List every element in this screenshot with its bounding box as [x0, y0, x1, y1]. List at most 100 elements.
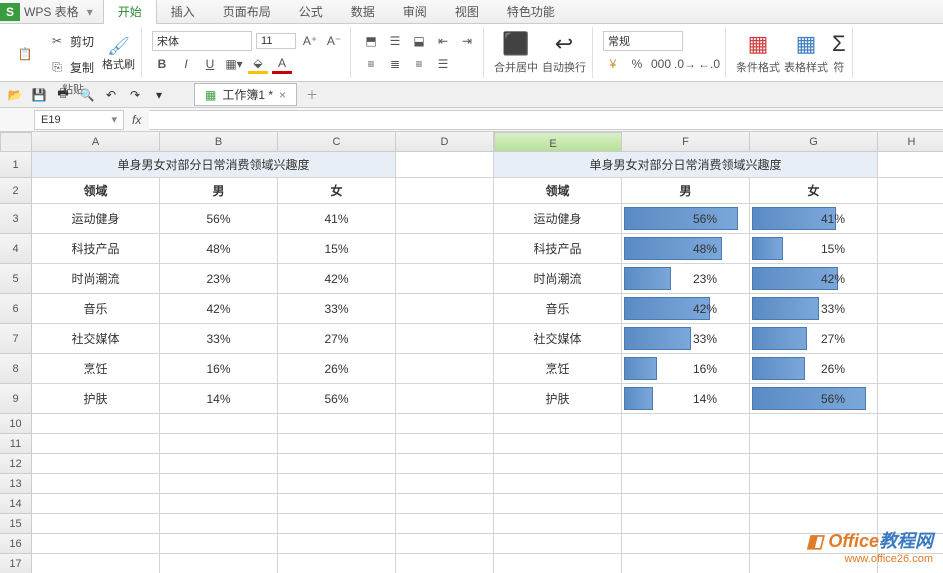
- cell[interactable]: 领域: [32, 178, 160, 204]
- italic-button[interactable]: I: [176, 54, 196, 74]
- cell[interactable]: [160, 534, 278, 554]
- ribbon-tab-2[interactable]: 页面布局: [209, 0, 285, 24]
- ribbon-tab-7[interactable]: 特色功能: [493, 0, 569, 24]
- bold-button[interactable]: B: [152, 54, 172, 74]
- cell[interactable]: [878, 474, 943, 494]
- cell[interactable]: 23%: [160, 264, 278, 294]
- cell[interactable]: [278, 554, 396, 573]
- row-header[interactable]: 3: [0, 204, 32, 234]
- column-header[interactable]: G: [750, 132, 878, 152]
- cell[interactable]: 56%: [278, 384, 396, 414]
- ribbon-tab-6[interactable]: 视图: [441, 0, 493, 24]
- cell[interactable]: [750, 434, 878, 454]
- symbol-icon[interactable]: Σ: [832, 31, 846, 57]
- cell[interactable]: 27%: [278, 324, 396, 354]
- cell[interactable]: [32, 454, 160, 474]
- cell[interactable]: 领域: [494, 178, 622, 204]
- format-painter-icon[interactable]: 🖌: [109, 36, 129, 56]
- cell[interactable]: 48%: [160, 234, 278, 264]
- table-style-icon[interactable]: ▦: [784, 31, 828, 57]
- cell[interactable]: [396, 354, 494, 384]
- increase-font-icon[interactable]: A⁺: [300, 31, 320, 51]
- cell[interactable]: [622, 454, 750, 474]
- cell[interactable]: [396, 204, 494, 234]
- cell[interactable]: [278, 534, 396, 554]
- cell[interactable]: 音乐: [494, 294, 622, 324]
- copy-button[interactable]: ⎘复制: [43, 55, 98, 79]
- cell[interactable]: [278, 414, 396, 434]
- cell[interactable]: [396, 474, 494, 494]
- cell[interactable]: [622, 534, 750, 554]
- cell[interactable]: 音乐: [32, 294, 160, 324]
- font-family-select[interactable]: 宋体: [152, 31, 252, 51]
- cell[interactable]: 56%: [622, 204, 750, 234]
- cell[interactable]: [160, 554, 278, 573]
- row-header[interactable]: 17: [0, 554, 32, 573]
- cell[interactable]: 41%: [750, 204, 878, 234]
- cell[interactable]: 单身男女对部分日常消费领域兴趣度: [32, 152, 396, 178]
- cell[interactable]: [396, 384, 494, 414]
- cell[interactable]: [32, 514, 160, 534]
- cell[interactable]: [32, 494, 160, 514]
- align-right-icon[interactable]: ≡: [409, 54, 429, 74]
- column-header[interactable]: H: [878, 132, 943, 152]
- row-header[interactable]: 15: [0, 514, 32, 534]
- underline-button[interactable]: U: [200, 54, 220, 74]
- cell[interactable]: [878, 178, 943, 204]
- cell[interactable]: [622, 474, 750, 494]
- row-header[interactable]: 5: [0, 264, 32, 294]
- cell[interactable]: 33%: [160, 324, 278, 354]
- row-header[interactable]: 6: [0, 294, 32, 324]
- cell[interactable]: 男: [160, 178, 278, 204]
- ribbon-tab-4[interactable]: 数据: [337, 0, 389, 24]
- cell[interactable]: 16%: [160, 354, 278, 384]
- column-header[interactable]: C: [278, 132, 396, 152]
- align-center-icon[interactable]: ≣: [385, 54, 405, 74]
- cell[interactable]: 23%: [622, 264, 750, 294]
- app-menu-dropdown[interactable]: ▾: [87, 5, 93, 19]
- row-header[interactable]: 11: [0, 434, 32, 454]
- cell[interactable]: 男: [622, 178, 750, 204]
- cell[interactable]: [396, 534, 494, 554]
- row-header[interactable]: 8: [0, 354, 32, 384]
- cell[interactable]: [494, 514, 622, 534]
- cell[interactable]: [32, 534, 160, 554]
- cell[interactable]: [622, 494, 750, 514]
- font-color-button[interactable]: A: [272, 54, 292, 74]
- formula-input[interactable]: [149, 110, 943, 130]
- cell[interactable]: [622, 414, 750, 434]
- cell[interactable]: [396, 414, 494, 434]
- cell[interactable]: 14%: [160, 384, 278, 414]
- conditional-format-icon[interactable]: ▦: [736, 31, 780, 57]
- increase-decimal-icon[interactable]: .0→: [675, 54, 695, 74]
- comma-icon[interactable]: 000: [651, 54, 671, 74]
- row-header[interactable]: 7: [0, 324, 32, 354]
- cell[interactable]: 14%: [622, 384, 750, 414]
- cell[interactable]: [750, 494, 878, 514]
- fill-color-button[interactable]: ⬙: [248, 54, 268, 74]
- cell[interactable]: 27%: [750, 324, 878, 354]
- cell[interactable]: 41%: [278, 204, 396, 234]
- cell[interactable]: [160, 494, 278, 514]
- open-icon[interactable]: 📂: [6, 86, 24, 104]
- cell[interactable]: [494, 554, 622, 573]
- ribbon-tab-3[interactable]: 公式: [285, 0, 337, 24]
- cell[interactable]: 护肤: [32, 384, 160, 414]
- cell[interactable]: [878, 234, 943, 264]
- document-tab[interactable]: ▦ 工作簿1 * ×: [194, 83, 297, 106]
- name-box[interactable]: E19 ▾: [34, 110, 124, 130]
- cell[interactable]: [160, 474, 278, 494]
- cell[interactable]: [494, 414, 622, 434]
- row-header[interactable]: 13: [0, 474, 32, 494]
- cell[interactable]: [878, 294, 943, 324]
- decrease-font-icon[interactable]: A⁻: [324, 31, 344, 51]
- cell[interactable]: [278, 434, 396, 454]
- wrap-text-icon[interactable]: ↩: [542, 31, 586, 57]
- cell[interactable]: 26%: [750, 354, 878, 384]
- cell[interactable]: 科技产品: [32, 234, 160, 264]
- cell[interactable]: [396, 494, 494, 514]
- cell[interactable]: [494, 494, 622, 514]
- select-all-corner[interactable]: [0, 132, 32, 152]
- cell[interactable]: [160, 434, 278, 454]
- cell[interactable]: 42%: [160, 294, 278, 324]
